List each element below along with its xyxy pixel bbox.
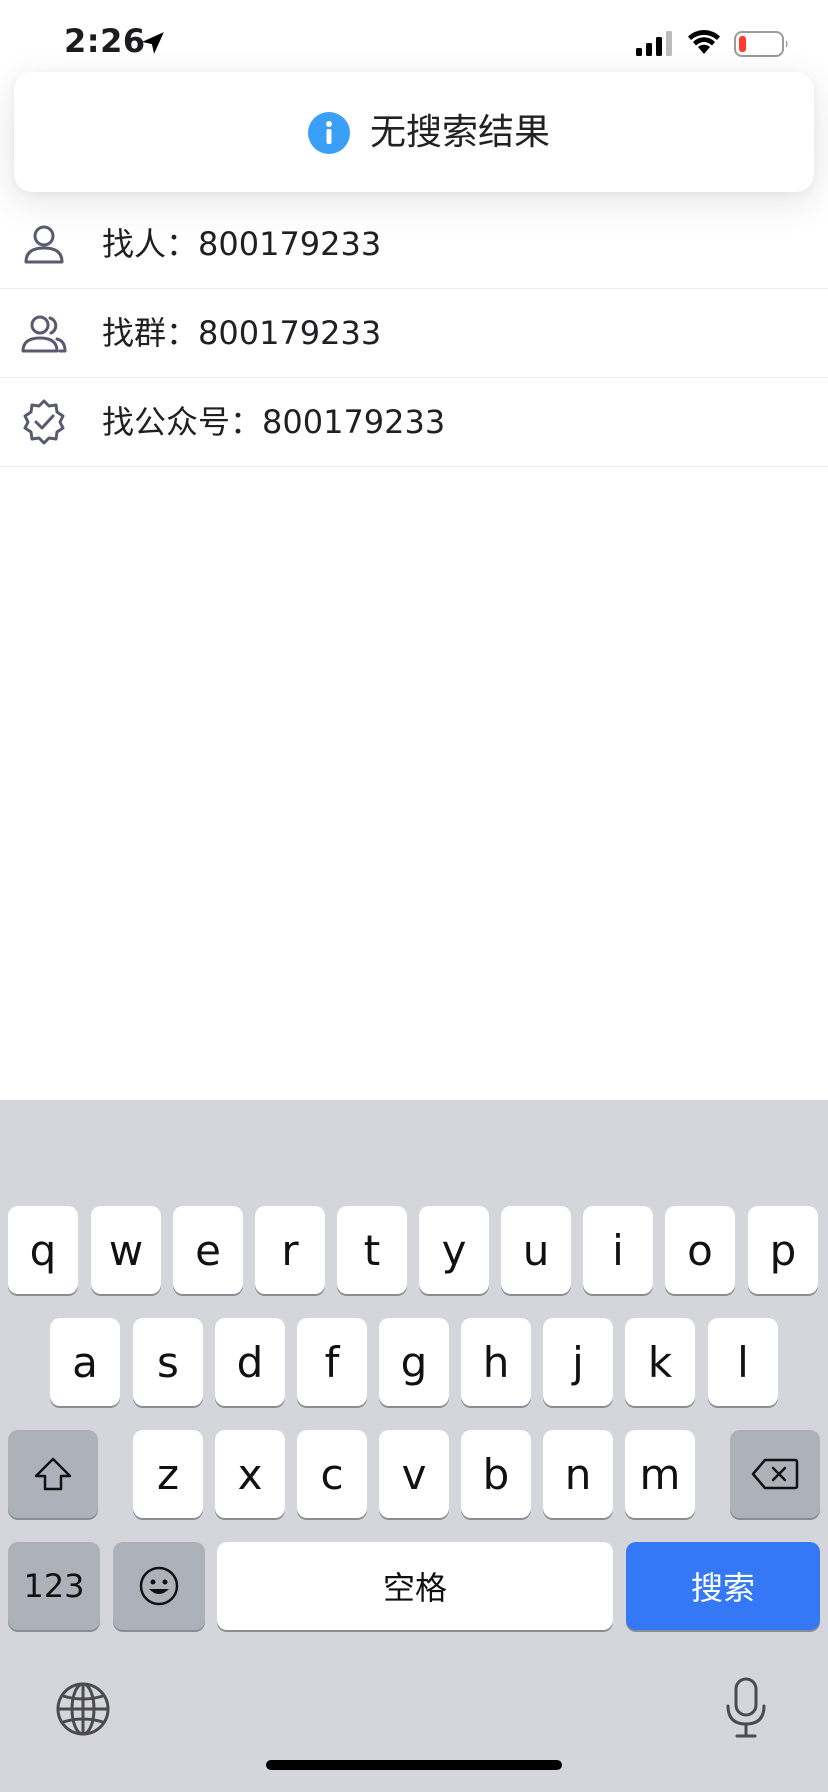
- key-q[interactable]: q: [8, 1206, 78, 1294]
- battery-low-icon: [734, 31, 788, 57]
- search-key[interactable]: 搜索: [626, 1542, 820, 1630]
- status-time: 2:26: [64, 22, 146, 60]
- numbers-key[interactable]: 123: [8, 1542, 100, 1630]
- result-label: 找群：800179233: [102, 314, 382, 352]
- key-a[interactable]: a: [50, 1318, 120, 1406]
- result-find-group[interactable]: 找群：800179233: [0, 289, 828, 378]
- key-r[interactable]: r: [255, 1206, 325, 1294]
- key-i[interactable]: i: [583, 1206, 653, 1294]
- home-indicator[interactable]: [266, 1760, 562, 1770]
- key-n[interactable]: n: [543, 1430, 613, 1518]
- globe-icon[interactable]: [54, 1680, 112, 1738]
- key-v[interactable]: v: [379, 1430, 449, 1518]
- key-p[interactable]: p: [748, 1206, 818, 1294]
- space-key[interactable]: 空格: [217, 1542, 613, 1630]
- shift-arrow-icon: [34, 1457, 72, 1491]
- wifi-icon: [688, 30, 720, 54]
- result-find-official-account[interactable]: 找公众号：800179233: [0, 378, 828, 467]
- key-d[interactable]: d: [215, 1318, 285, 1406]
- verified-badge-icon: [23, 399, 65, 445]
- key-h[interactable]: h: [461, 1318, 531, 1406]
- user-icon: [24, 225, 64, 264]
- shift-key[interactable]: [8, 1430, 98, 1518]
- key-m[interactable]: m: [625, 1430, 695, 1518]
- microphone-icon[interactable]: [722, 1676, 770, 1740]
- backspace-icon: [751, 1458, 799, 1490]
- emoji-key[interactable]: [113, 1542, 205, 1630]
- info-icon: [308, 112, 350, 154]
- keyboard: q w e r t y u i o p a s d f g h j k l z …: [0, 1100, 828, 1792]
- key-e[interactable]: e: [173, 1206, 243, 1294]
- key-l[interactable]: l: [708, 1318, 778, 1406]
- key-g[interactable]: g: [379, 1318, 449, 1406]
- emoji-icon: [139, 1566, 179, 1606]
- result-label: 找公众号：800179233: [102, 403, 446, 441]
- key-o[interactable]: o: [665, 1206, 735, 1294]
- result-label: 找人：800179233: [102, 225, 382, 263]
- key-u[interactable]: u: [501, 1206, 571, 1294]
- delete-key[interactable]: [730, 1430, 820, 1518]
- search-results-list: 找人：800179233 找群：800179233 找公众号：800179233: [0, 200, 828, 467]
- key-t[interactable]: t: [337, 1206, 407, 1294]
- key-y[interactable]: y: [419, 1206, 489, 1294]
- key-j[interactable]: j: [543, 1318, 613, 1406]
- location-arrow-icon: [142, 32, 164, 54]
- toast-message: 无搜索结果: [370, 112, 551, 153]
- cellular-signal-icon: [636, 31, 672, 56]
- group-icon: [21, 315, 67, 353]
- key-k[interactable]: k: [625, 1318, 695, 1406]
- key-c[interactable]: c: [297, 1430, 367, 1518]
- key-s[interactable]: s: [133, 1318, 203, 1406]
- key-x[interactable]: x: [215, 1430, 285, 1518]
- key-z[interactable]: z: [133, 1430, 203, 1518]
- no-results-toast: 无搜索结果: [14, 72, 814, 192]
- key-w[interactable]: w: [91, 1206, 161, 1294]
- key-b[interactable]: b: [461, 1430, 531, 1518]
- key-f[interactable]: f: [297, 1318, 367, 1406]
- result-find-person[interactable]: 找人：800179233: [0, 200, 828, 289]
